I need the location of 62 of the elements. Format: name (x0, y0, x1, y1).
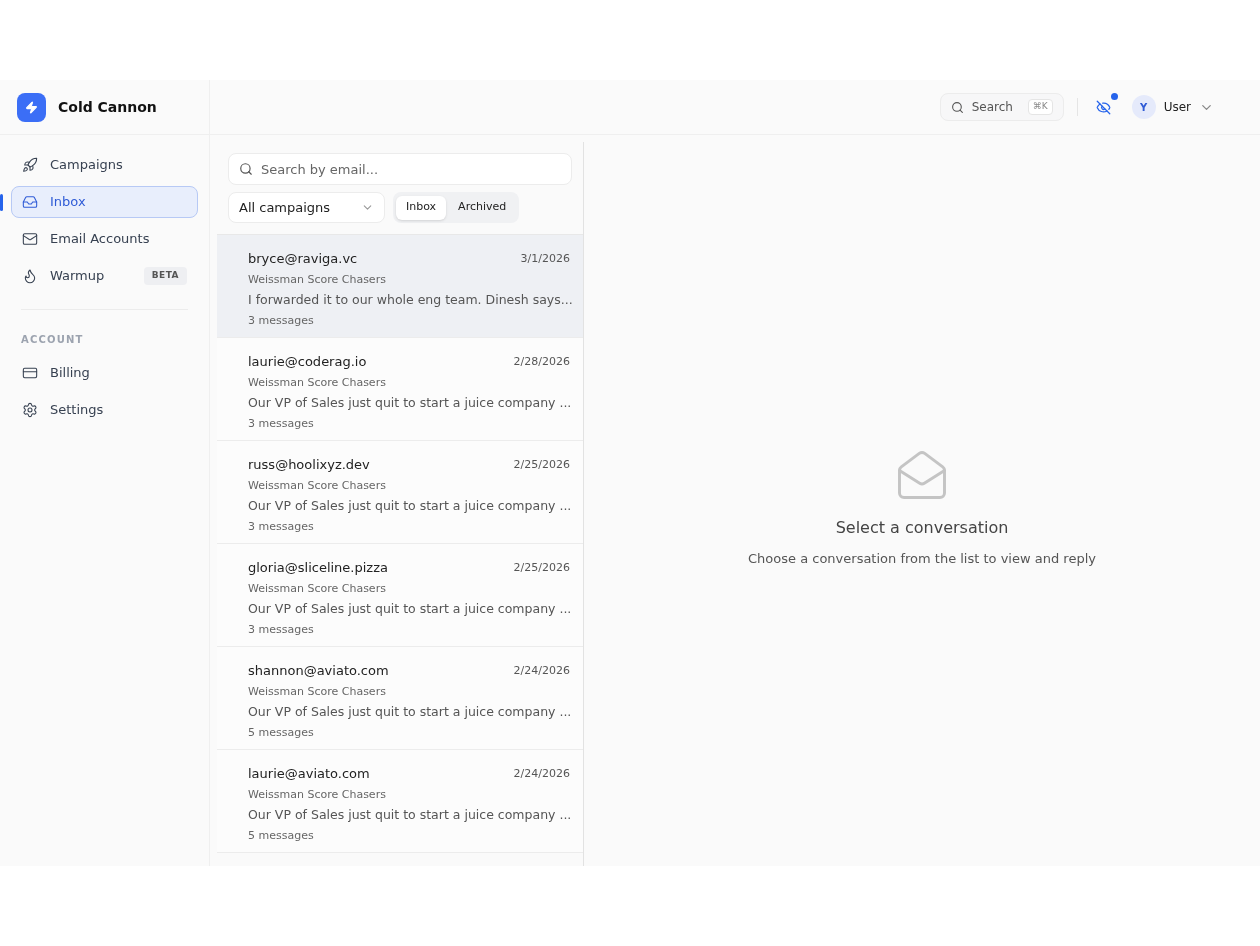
sender-email: laurie@aviato.com (248, 765, 370, 783)
date: 2/28/2026 (513, 353, 570, 370)
message-count: 3 messages (248, 621, 315, 638)
flame-icon (22, 268, 38, 284)
message-preview: I forwarded it to our whole eng team. Dinesh says... (248, 291, 570, 309)
nav-item[interactable]: Campaigns (11, 149, 198, 181)
campaign-name: Weissman Score Chasers (248, 374, 387, 391)
inbox-tray-icon (22, 194, 38, 210)
envelope-icon (22, 231, 38, 247)
sender-email: bryce@raviga.vc (248, 250, 358, 268)
message-count: 3 messages (248, 312, 315, 329)
message-count: 3 messages (248, 518, 315, 535)
date: 2/24/2026 (513, 662, 570, 679)
campaign-name: Weissman Score Chasers (248, 580, 387, 597)
nav-item[interactable]: Billing (11, 357, 198, 389)
sender-email: russ@hoolixyz.dev (248, 456, 370, 474)
nav-item[interactable]: Warmup BETA (11, 260, 198, 292)
filter-tab[interactable]: Inbox (396, 195, 447, 220)
gear-icon (22, 402, 38, 418)
campaign-dropdown[interactable]: All campaigns (228, 192, 385, 223)
date: 2/25/2026 (513, 456, 570, 473)
campaign-name: Weissman Score Chasers (248, 683, 387, 700)
brand-name: Cold Cannon (58, 97, 157, 117)
sender-email: shannon@aviato.com (248, 662, 389, 680)
campaign-name: Weissman Score Chasers (248, 786, 387, 803)
search-field[interactable]: Search by email... (228, 153, 572, 185)
beta-badge: BETA (143, 267, 187, 285)
message-count: 3 messages (248, 415, 315, 432)
open-envelope-icon (895, 448, 949, 502)
logo-icon (17, 92, 46, 122)
credit-card-icon (22, 365, 38, 381)
nav-item[interactable]: Settings (11, 394, 198, 426)
search-icon (950, 100, 964, 114)
search-icon (239, 162, 253, 176)
campaign-name: Weissman Score Chasers (248, 271, 387, 288)
search-button[interactable]: Search ⌘K (939, 93, 1064, 121)
user-name: User (1163, 99, 1191, 116)
empty-state-title: Select a conversation (835, 517, 1009, 539)
nav-item[interactable]: Email Accounts (11, 223, 198, 255)
message-preview: Our VP of Sales just quit to start a juice company ... (248, 806, 570, 824)
date: 3/1/2026 (520, 250, 570, 267)
campaign-name: Weissman Score Chasers (248, 477, 387, 494)
date: 2/24/2026 (513, 765, 570, 782)
message-preview: Our VP of Sales just quit to start a juice company ... (248, 600, 570, 618)
shortcut-key: ⌘K (1027, 99, 1053, 115)
conversation-row[interactable]: bryce@raviga.vc 3/1/2026 Weissman Score Chasers I forwarded it to our whole eng team. Dinesh says... 3 messages (217, 235, 583, 338)
sender-email: laurie@coderag.io (248, 353, 367, 371)
sender-email: gloria@sliceline.pizza (248, 559, 388, 577)
nav-item[interactable]: Inbox (11, 186, 198, 218)
eye-off-icon (1096, 99, 1112, 115)
empty-state-text: Choose a conversation from the list to view and reply (748, 550, 1096, 568)
message-preview: Our VP of Sales just quit to start a juice company ... (248, 394, 570, 412)
rocket-icon (22, 157, 38, 173)
date: 2/25/2026 (513, 559, 570, 576)
message-count: 5 messages (248, 827, 315, 844)
message-preview: Our VP of Sales just quit to start a juice company ... (248, 497, 570, 515)
message-preview: Our VP of Sales just quit to start a juice company ... (248, 703, 570, 721)
filter-tab[interactable]: Archived (448, 195, 517, 220)
message-count: 5 messages (248, 724, 315, 741)
section-heading: ACCOUNT (20, 333, 85, 347)
user-avatar: Y (1131, 95, 1156, 119)
user-menu[interactable]: Y User (1131, 95, 1214, 119)
